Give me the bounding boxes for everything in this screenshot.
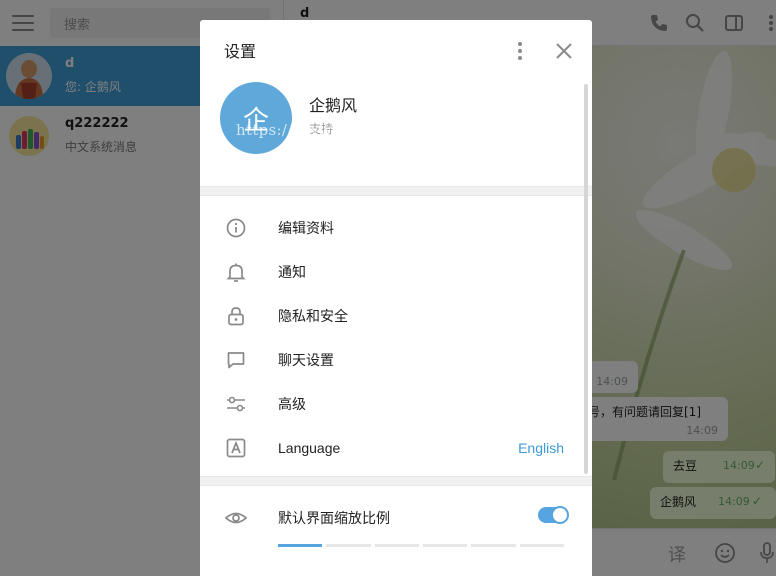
watermark-text: https://www.huzhan.com/ishop52469 — [236, 121, 528, 139]
avatar[interactable]: 企 — [220, 82, 292, 154]
interface-scale-section: 默认界面缩放比例 — [200, 486, 592, 556]
eye-icon — [224, 512, 248, 524]
chat-bubble-icon — [227, 352, 245, 369]
language-value: English — [518, 440, 564, 456]
settings-title: 设置 — [224, 42, 257, 61]
scale-step[interactable] — [422, 544, 468, 547]
bell-icon — [226, 263, 246, 282]
menu-item-notifications[interactable]: 通知 — [200, 250, 592, 294]
menu-item-edit-profile[interactable]: 编辑资料 — [200, 206, 592, 250]
menu-item-label: 高级 — [278, 397, 306, 413]
scale-step[interactable] — [471, 544, 516, 547]
interface-scale-row[interactable]: 默认界面缩放比例 — [200, 486, 592, 550]
settings-header: 设置 — [200, 20, 592, 80]
toggle-knob — [551, 506, 569, 524]
menu-item-advanced[interactable]: 高级 — [200, 382, 592, 426]
scale-step[interactable] — [278, 544, 323, 547]
interface-scale-slider[interactable] — [278, 544, 564, 547]
scale-step[interactable] — [519, 544, 564, 547]
profile-name: 企鹅风 — [309, 96, 358, 115]
more-vertical-icon[interactable] — [514, 41, 526, 61]
lock-icon — [228, 307, 244, 326]
menu-item-label: 通知 — [278, 265, 306, 281]
menu-item-label: 编辑资料 — [278, 221, 334, 237]
language-icon — [226, 438, 246, 458]
section-divider — [200, 186, 592, 196]
menu-item-label: 聊天设置 — [278, 353, 334, 369]
interface-scale-label: 默认界面缩放比例 — [278, 511, 390, 527]
menu-item-label: Language — [278, 440, 341, 456]
section-divider — [200, 476, 592, 486]
menu-item-chat-settings[interactable]: 聊天设置 — [200, 338, 592, 382]
settings-menu: 编辑资料 通知 隐私和安全 聊天设置 高级 Language English — [200, 196, 592, 470]
info-icon — [226, 218, 246, 238]
menu-item-privacy[interactable]: 隐私和安全 — [200, 294, 592, 338]
interface-scale-toggle[interactable] — [538, 506, 569, 524]
menu-item-label: 隐私和安全 — [278, 309, 348, 325]
scale-step[interactable] — [326, 544, 371, 547]
scale-step[interactable] — [374, 544, 419, 547]
settings-dialog: 设置 企 企鹅风 支持 编辑资料 通知 隐私和安全 聊天设置 高级 Langua… — [200, 20, 592, 576]
menu-item-language[interactable]: Language English — [200, 426, 592, 470]
sliders-icon — [227, 396, 245, 412]
close-icon[interactable] — [554, 41, 574, 61]
